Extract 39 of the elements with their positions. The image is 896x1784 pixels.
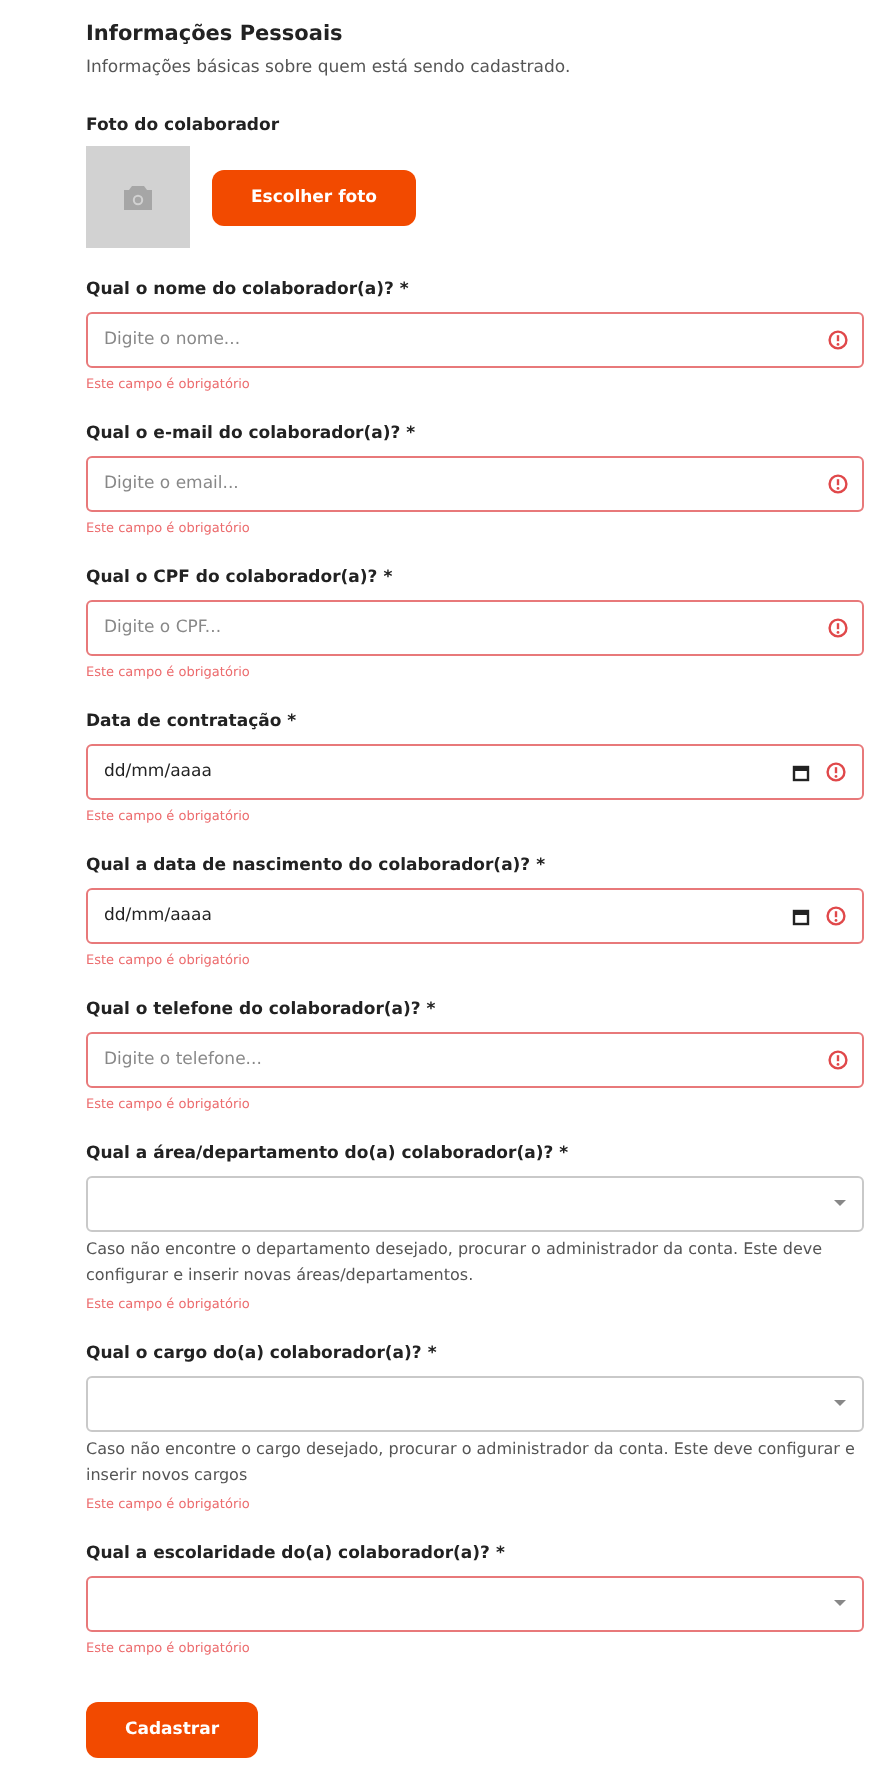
date-field[interactable]: dd/mm/aaaa	[86, 888, 864, 944]
submit-button[interactable]: Cadastrar	[86, 1702, 258, 1758]
field-label: Qual o CPF do colaborador(a)? *	[86, 566, 395, 590]
date-value: dd/mm/aaaa	[104, 906, 214, 926]
calendar-icon[interactable]	[792, 907, 810, 925]
field-label: Qual a área/departamento do(a) colaborador(a)? *	[86, 1142, 571, 1166]
error-icon	[826, 906, 846, 926]
field-label: Data de contratação *	[86, 710, 299, 734]
error-icon	[828, 618, 848, 638]
error-icon	[826, 762, 846, 782]
field-label: Qual o telefone do colaborador(a)? *	[86, 998, 438, 1022]
section-subtitle: Informações básicas sobre quem está sendo cadastrado.	[86, 56, 573, 80]
select-field[interactable]	[86, 1176, 864, 1232]
field-label: Foto do colaborador	[86, 114, 282, 138]
section-title: Informações Pessoais	[86, 20, 345, 48]
input-field[interactable]: Digite o email...	[86, 456, 864, 512]
camera-icon	[122, 184, 154, 210]
date-field[interactable]: dd/mm/aaaa	[86, 744, 864, 800]
error-icon	[828, 474, 848, 494]
error-icon	[828, 330, 848, 350]
input-field[interactable]: Digite o telefone...	[86, 1032, 864, 1088]
dropdown-caret-icon	[834, 1200, 846, 1208]
error-icon	[828, 1050, 848, 1070]
date-value: dd/mm/aaaa	[104, 762, 214, 782]
choose-photo-button[interactable]: Escolher foto	[212, 169, 416, 225]
field-label: Qual a escolaridade do(a) colaborador(a)? *	[86, 1542, 507, 1566]
dropdown-caret-icon	[834, 1400, 846, 1408]
dropdown-caret-icon	[834, 1600, 846, 1608]
select-field[interactable]	[86, 1576, 864, 1632]
field-label: Qual o cargo do(a) colaborador(a)? *	[86, 1342, 439, 1366]
calendar-icon[interactable]	[792, 763, 810, 781]
input-field[interactable]: Digite o CPF...	[86, 600, 864, 656]
help-text: Caso não encontre o cargo desejado, procurar o administrador da conta. Este deve configurar e inserir novos cargos	[86, 1438, 857, 1488]
field-label: Qual o e-mail do colaborador(a)? *	[86, 422, 418, 446]
input-field[interactable]: Digite o nome...	[86, 312, 864, 368]
help-text: Caso não encontre o departamento desejado, procurar o administrador da conta. Este deve configurar e inserir novas áreas/departamentos.	[86, 1238, 825, 1288]
select-field[interactable]	[86, 1376, 864, 1432]
field-label: Qual a data de nascimento do colaborador(a)? *	[86, 854, 548, 878]
field-label: Qual o nome do colaborador(a)? *	[86, 278, 411, 302]
